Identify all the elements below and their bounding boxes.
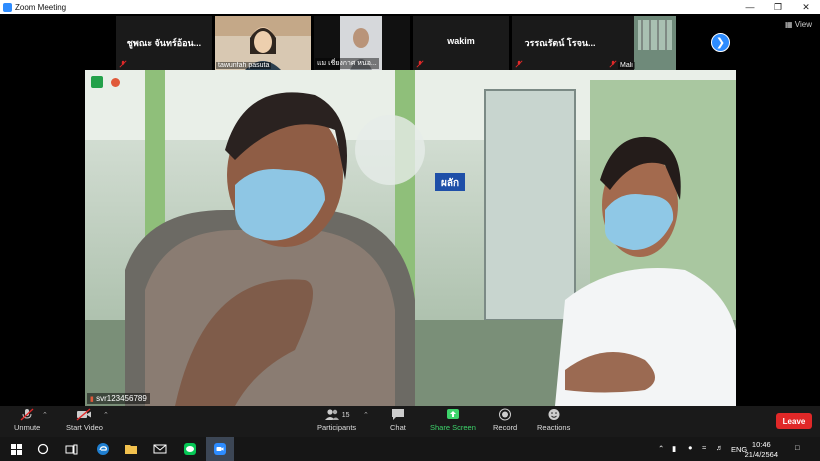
start-video-button[interactable]: Start Video: [66, 408, 103, 432]
chat-button[interactable]: Chat: [390, 408, 406, 432]
network-icon[interactable]: ≈: [702, 443, 706, 452]
connection-status-icon[interactable]: [111, 78, 120, 87]
participants-label: Participants: [317, 423, 357, 432]
view-button[interactable]: ▦ View: [785, 20, 812, 29]
chat-icon: [391, 409, 404, 420]
search-icon[interactable]: [35, 441, 51, 457]
window-titlebar: Zoom Meeting — ❐ ✕: [0, 0, 820, 14]
next-page-arrow-icon[interactable]: ❯: [711, 33, 730, 52]
start-video-label: Start Video: [66, 423, 103, 432]
encryption-shield-icon[interactable]: [91, 76, 103, 88]
participants-button[interactable]: 15 Participants: [317, 408, 356, 432]
edge-browser-icon[interactable]: [95, 441, 111, 457]
minimize-button[interactable]: —: [736, 0, 764, 14]
participant-name: Mali: [618, 62, 635, 69]
mic-muted-icon: [609, 60, 617, 68]
meeting-toolbar: Unmute ⌃ Start Video ⌃ 15 Participants ⌃…: [0, 406, 820, 437]
close-button[interactable]: ✕: [792, 0, 820, 14]
participants-icon-group: 15: [324, 408, 350, 423]
main-speaker-video: ผลัก ▮ svr123456789: [85, 70, 736, 406]
participant-tile-5[interactable]: วรรณรัตน์ โรจน...: [512, 16, 608, 70]
participant-strip: ชูพณะ จันทร์อ้อน... tawunfah pasuta แม เ…: [0, 14, 820, 70]
share-screen-button[interactable]: Share Screen: [430, 408, 476, 432]
windows-taskbar: ⌃ ▮ ● ≈ ♬ ENG 10:46 21/4/2564 □: [0, 437, 820, 461]
participants-count: 15: [341, 412, 350, 419]
battery-icon[interactable]: ▮: [672, 444, 676, 453]
participants-icon: [324, 409, 339, 420]
video-options-chevron-icon[interactable]: ⌃: [103, 411, 109, 419]
participant-name: wakim: [447, 36, 475, 46]
participant-tile-1[interactable]: ชูพณะ จันทร์อ้อน...: [116, 16, 212, 70]
participant-name: แม เชี่ยงกาศ หนอ...: [315, 58, 379, 69]
tray-chevron-icon[interactable]: ⌃: [658, 444, 664, 453]
unmute-button[interactable]: Unmute: [14, 408, 40, 432]
file-explorer-icon[interactable]: [123, 441, 139, 457]
camera-off-icon: [77, 408, 92, 421]
mic-muted-icon: [515, 60, 523, 68]
speaker-name-label: ▮ svr123456789: [87, 393, 150, 404]
reactions-smiley-icon: [548, 409, 560, 420]
mail-icon[interactable]: [152, 441, 168, 457]
clock-date: 21/4/2564: [744, 450, 778, 459]
share-screen-label: Share Screen: [430, 423, 476, 432]
participant-tile-3[interactable]: แม เชี่ยงกาศ หนอ...: [314, 16, 410, 70]
notifications-icon[interactable]: □: [795, 443, 800, 452]
zoom-app-icon[interactable]: [206, 437, 234, 461]
share-screen-icon: [446, 409, 459, 419]
reactions-label: Reactions: [537, 423, 571, 432]
taskbar-clock[interactable]: 10:46 21/4/2564: [745, 440, 778, 460]
mic-muted-icon: [416, 60, 424, 68]
microphone-tray-icon[interactable]: ●: [688, 443, 693, 452]
line-app-icon[interactable]: [182, 441, 198, 457]
record-icon: [499, 408, 512, 421]
chat-label: Chat: [390, 423, 406, 432]
participant-name: วรรณรัตน์ โรจน...: [524, 38, 596, 48]
unmute-label: Unmute: [14, 423, 41, 432]
sign-text: ผลัก: [441, 177, 459, 189]
audio-options-chevron-icon[interactable]: ⌃: [42, 411, 48, 419]
windows-start-icon[interactable]: [8, 441, 24, 457]
participant-tile-6[interactable]: Mali: [606, 16, 676, 70]
clock-time: 10:46: [751, 440, 771, 449]
volume-icon[interactable]: ♬: [716, 443, 724, 452]
signal-strength-icon: ▮: [90, 396, 94, 403]
participants-chevron-icon[interactable]: ⌃: [363, 411, 369, 419]
participant-name: tawunfah pasuta: [216, 62, 272, 69]
window-title: Zoom Meeting: [15, 2, 67, 12]
participant-tile-4[interactable]: wakim: [413, 16, 509, 70]
participant-tile-2[interactable]: tawunfah pasuta: [215, 16, 311, 70]
maximize-button[interactable]: ❐: [764, 0, 792, 14]
speaker-video-image: ผลัก: [85, 70, 736, 406]
zoom-logo-icon: [3, 2, 12, 12]
mic-muted-icon: [119, 60, 127, 68]
speaker-name: svr123456789: [96, 394, 147, 403]
participant-name: ชูพณะ จันทร์อ้อน...: [126, 38, 202, 48]
grid-icon: ▦: [785, 20, 793, 29]
task-view-icon[interactable]: [63, 441, 79, 457]
leave-button[interactable]: Leave: [776, 413, 812, 429]
mic-muted-icon: [20, 408, 34, 421]
view-button-label: View: [794, 20, 812, 29]
record-button[interactable]: Record: [493, 408, 517, 432]
reactions-button[interactable]: Reactions: [537, 408, 570, 432]
record-label: Record: [493, 423, 518, 432]
